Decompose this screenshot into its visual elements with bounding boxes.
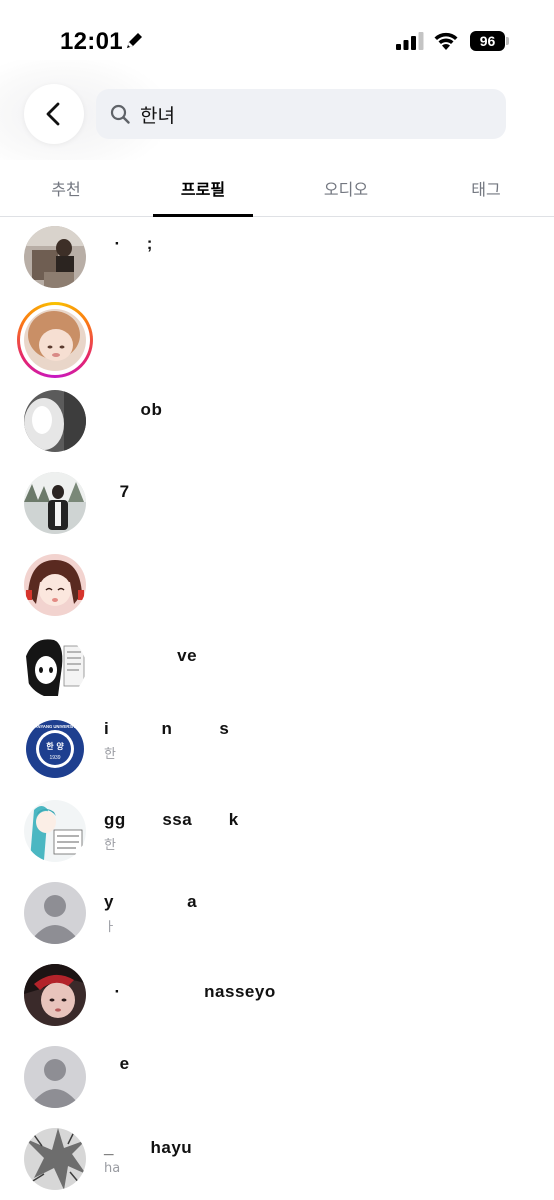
profile-avatar (24, 882, 86, 944)
profile-username: ve (104, 646, 198, 665)
profile-result-row[interactable]: _ hayu ha (0, 1119, 554, 1200)
photo-avatar (24, 390, 86, 452)
profile-result-row[interactable]: y a ㅏ (0, 873, 554, 955)
pencil-icon (127, 33, 142, 48)
profile-avatar (24, 1128, 86, 1190)
profile-username: gg ssa k (104, 810, 239, 829)
search-icon (110, 104, 130, 124)
cellular-signal-icon (396, 32, 424, 50)
profile-result-row[interactable] (0, 545, 554, 627)
battery-level: 96 (470, 31, 505, 51)
profile-avatar (24, 636, 86, 698)
profile-result-row[interactable]: · ; (0, 217, 554, 299)
tab-audio[interactable]: 오디오 (290, 160, 402, 216)
back-button[interactable] (24, 84, 84, 144)
profile-result-row[interactable]: ve (0, 627, 554, 709)
tab-profiles[interactable]: 프로필 (148, 160, 258, 216)
profile-avatar (24, 800, 86, 862)
profile-result-row[interactable]: · nasseyo (0, 955, 554, 1037)
logo-year-text: 1939 (49, 755, 60, 761)
logo-center-text: 한 양 (46, 741, 64, 751)
profile-result-row[interactable] (0, 299, 554, 381)
logo-arc-text: HANYANG UNIVERSITY (31, 724, 78, 729)
manga-avatar (24, 636, 86, 698)
university-logo-avatar: HANYANG UNIVERSITY 한 양 1939 (24, 718, 86, 780)
tab-recommended[interactable]: 추천 (10, 160, 122, 216)
profile-avatar (24, 964, 86, 1026)
profile-username: · nasseyo (104, 982, 276, 1001)
profile-username: i n s (104, 719, 230, 738)
profile-result-row[interactable]: ob (0, 381, 554, 463)
profile-avatar (24, 472, 86, 534)
profile-username: · ; (104, 234, 153, 253)
profile-subtitle: 한 (104, 747, 116, 762)
profile-subtitle: 한 (104, 838, 116, 853)
tab-label: 추천 (51, 180, 81, 199)
illustration-avatar (24, 800, 86, 862)
profile-username: e (104, 1054, 130, 1073)
profile-result-row[interactable]: e (0, 1037, 554, 1119)
search-input[interactable] (140, 103, 480, 125)
tab-label: 오디오 (323, 180, 369, 199)
tab-label: 프로필 (180, 180, 226, 199)
photo-avatar (24, 1128, 86, 1190)
battery-cap (506, 37, 509, 45)
profile-username: 7 (104, 482, 130, 501)
tab-label: 태그 (471, 180, 501, 199)
photo-avatar (24, 472, 86, 534)
default-avatar (24, 882, 86, 944)
status-time: 12:01 (60, 28, 123, 55)
battery-indicator: 96 (470, 31, 510, 51)
illustration-avatar (24, 554, 86, 616)
photo-avatar (24, 226, 86, 288)
wifi-icon (434, 32, 458, 50)
profile-subtitle: ㅏ (104, 920, 116, 935)
profile-avatar (24, 390, 86, 452)
profile-username: ob (104, 400, 163, 419)
search-bar[interactable] (96, 89, 506, 139)
photo-avatar (24, 309, 86, 371)
profile-username: y a (104, 892, 198, 911)
profile-result-row[interactable]: HANYANG UNIVERSITY 한 양 1939 i n s 한 (0, 709, 554, 791)
profile-avatar (24, 226, 86, 288)
profile-username: _ hayu (104, 1138, 193, 1157)
profile-avatar (24, 309, 86, 371)
profile-result-row[interactable]: gg ssa k 한 (0, 791, 554, 873)
profile-subtitle: ha (104, 1161, 121, 1176)
tab-bar: 추천 프로필 오디오 태그 (0, 160, 554, 217)
profile-avatar (24, 1046, 86, 1108)
profile-avatar (24, 554, 86, 616)
profile-avatar: HANYANG UNIVERSITY 한 양 1939 (24, 718, 86, 780)
profile-result-row[interactable]: 7 (0, 463, 554, 545)
photo-avatar (24, 964, 86, 1026)
chevron-left-icon (46, 102, 60, 126)
default-avatar (24, 1046, 86, 1108)
tab-tags[interactable]: 태그 (430, 160, 542, 216)
